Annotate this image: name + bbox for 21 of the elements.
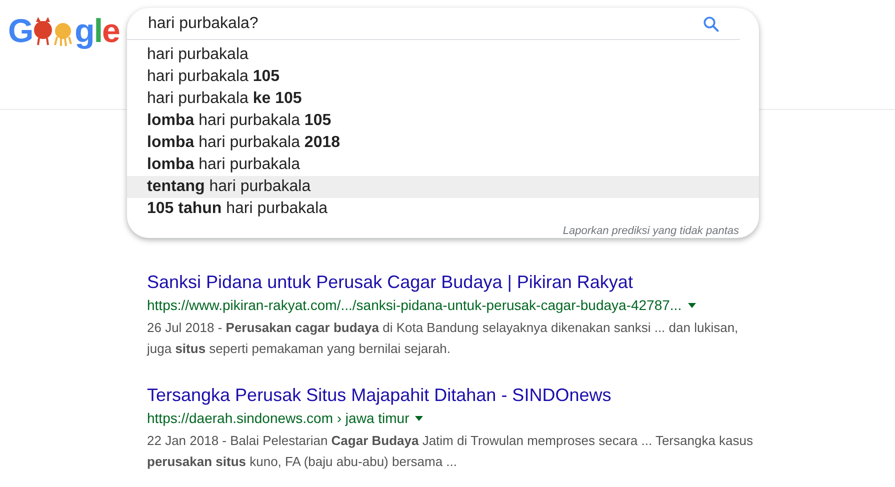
result-url: https://www.pikiran-rakyat.com/.../sanksi-pidana-untuk-perusak-cagar-budaya-42787...: [147, 296, 682, 315]
suggestion-item[interactable]: lomba hari purbakala: [127, 154, 759, 176]
logo-letters: gle: [74, 14, 120, 47]
result-snippet: 22 Jan 2018 - Balai Pelestarian Cagar Budaya Jatim di Trowulan memproses secara ... Tersangka kasus perusakan situs kuno, FA (baju abu-abu) bersama ...: [147, 432, 754, 471]
suggestion-item[interactable]: tentang hari purbakala: [127, 176, 759, 198]
suggestion-item[interactable]: hari purbakala: [127, 44, 759, 66]
suggestion-item[interactable]: hari purbakala ke 105: [127, 88, 759, 110]
suggestion-item[interactable]: 105 tahun hari purbakala: [127, 198, 759, 220]
logo-letter: G: [8, 14, 33, 47]
suggestion-item[interactable]: lomba hari purbakala 2018: [127, 132, 759, 154]
result-title-link[interactable]: Sanksi Pidana untuk Perusak Cagar Budaya | Pikiran Rakyat: [147, 270, 757, 294]
caret-icon[interactable]: [688, 302, 696, 308]
result-url: https://daerah.sindonews.com › jawa timur: [147, 409, 410, 428]
suggestion-item[interactable]: hari purbakala 105: [127, 66, 759, 88]
doodle-creatures-drawing: [32, 14, 75, 46]
caret-icon[interactable]: [415, 416, 424, 420]
report-link[interactable]: Laporkan prediksi yang tidak pantas: [562, 224, 739, 238]
result-title-link[interactable]: Tersangka Perusak Situs Majapahit Ditahan - SINDOnews: [147, 383, 757, 407]
search-icon[interactable]: [702, 14, 720, 32]
result-snippet: 26 Jul 2018 - Perusakan cagar budaya di Kota Bandung selayaknya dikenakan sanksi ... dan lukisan, juga situs seperti pemakaman yang bernilai sejarah.: [147, 319, 740, 358]
suggestion-item[interactable]: lomba hari purbakala 105: [127, 110, 759, 132]
